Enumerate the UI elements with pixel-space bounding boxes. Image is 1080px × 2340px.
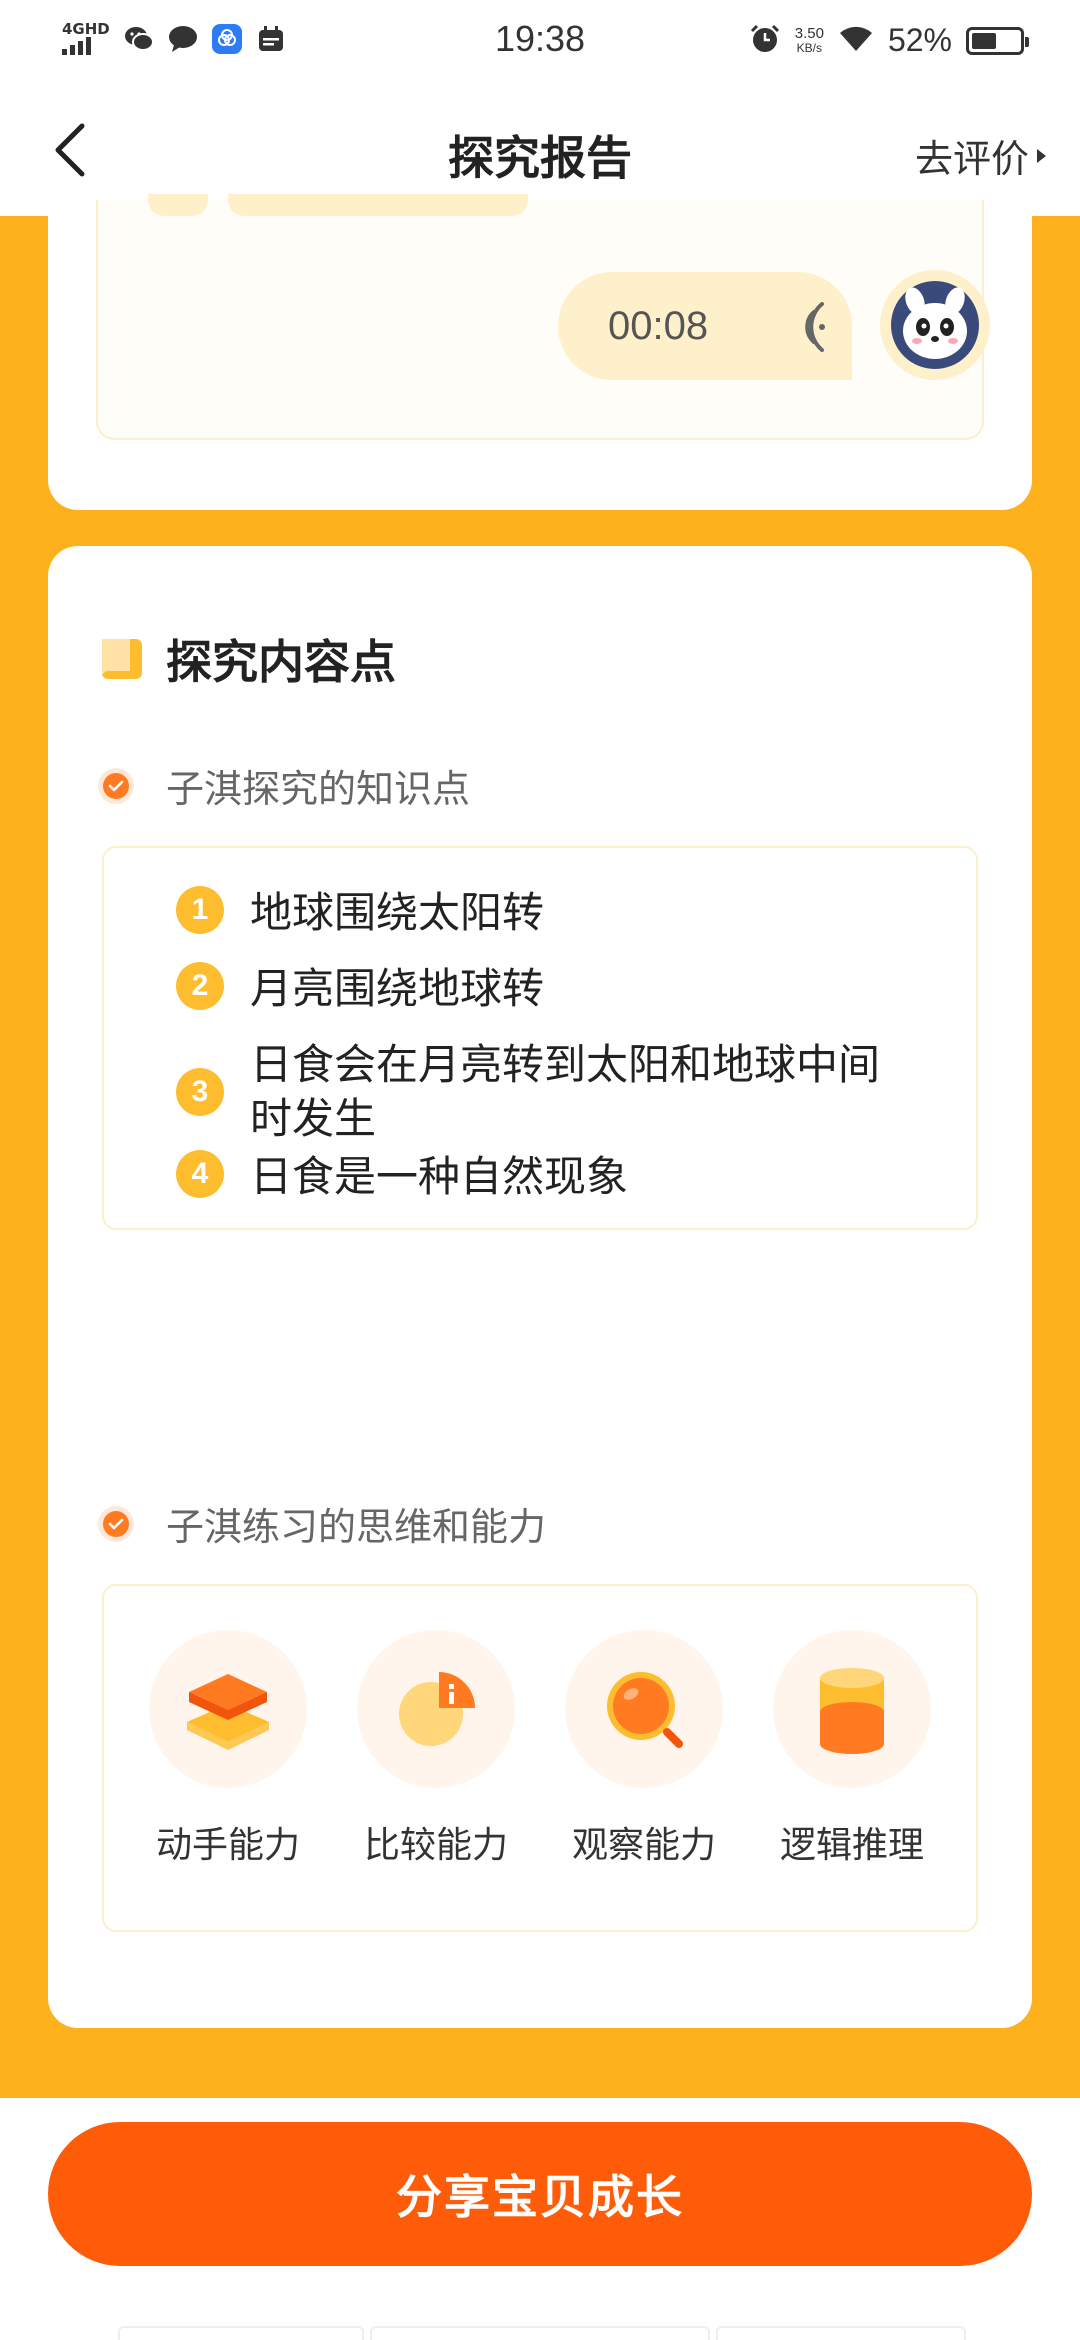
- ability-logic: 逻辑推理: [757, 1630, 947, 1868]
- exploration-content-card: 探究内容点 子淇探究的知识点 1 地球围绕太阳转 2 月亮围绕地球转 3 日食会…: [48, 546, 1032, 2028]
- abilities-box: 动手能力 比较能力 观察能力 逻辑推理: [102, 1584, 978, 1932]
- battery-icon: [966, 26, 1029, 55]
- share-growth-button[interactable]: 分享宝贝成长: [48, 2122, 1032, 2266]
- ability-observation: 观察能力: [549, 1630, 739, 1868]
- ability-hands-on: 动手能力: [133, 1630, 323, 1868]
- speed-unit: KB/s: [796, 40, 823, 55]
- partial-message-bubble: [228, 194, 528, 216]
- speed-value: 3.50: [794, 24, 824, 42]
- voice-wave-icon: [784, 302, 828, 356]
- ability-heading: 子淇练习的思维和能力: [166, 1505, 547, 1549]
- voice-duration: 00:08: [608, 303, 709, 348]
- ability-comparison: 比较能力: [341, 1630, 531, 1868]
- list-item: 2 月亮围绕地球转: [176, 962, 916, 1016]
- ability-label: 观察能力: [571, 1825, 716, 1866]
- knowledge-points-box: 1 地球围绕太阳转 2 月亮围绕地球转 3 日食会在月亮转到太阳和地球中间时发生…: [102, 846, 978, 1230]
- battery-percent: 52%: [887, 22, 952, 58]
- knowledge-heading-row: 子淇探究的知识点: [98, 758, 470, 813]
- number-badge: 4: [176, 1150, 224, 1198]
- hands-on-icon: [149, 1630, 307, 1788]
- ability-list: 动手能力 比较能力 观察能力 逻辑推理: [104, 1630, 976, 1868]
- check-icon: [98, 1505, 134, 1542]
- wifi-icon: [838, 25, 874, 57]
- comparison-icon: [357, 1630, 515, 1788]
- rate-button[interactable]: 去评价: [915, 128, 1046, 183]
- voice-message-bubble[interactable]: 00:08: [558, 272, 852, 380]
- observation-icon: [565, 1630, 723, 1788]
- network-speed: 3.50 KB/s: [795, 26, 824, 56]
- list-item: 1 地球围绕太阳转: [176, 886, 916, 940]
- number-badge: 3: [176, 1068, 224, 1116]
- knowledge-heading: 子淇探究的知识点: [166, 767, 471, 811]
- partial-avatar: [148, 194, 208, 216]
- knowledge-point-text: 日食会在月亮转到太阳和地球中间时发生: [250, 1040, 881, 1143]
- ability-label: 动手能力: [155, 1825, 300, 1866]
- panda-avatar-icon: [891, 281, 979, 369]
- book-icon: [98, 633, 144, 685]
- section-header: 探究内容点: [98, 626, 396, 692]
- ability-label: 比较能力: [363, 1825, 508, 1866]
- bottom-peek-tabs: [118, 2326, 966, 2340]
- list-item: 4 日食是一种自然现象: [176, 1150, 916, 1204]
- status-right-icons: 3.50 KB/s 52%: [749, 22, 1029, 59]
- check-icon: [98, 767, 134, 804]
- conversation-card: 00:08: [48, 194, 1032, 510]
- avatar: [880, 270, 990, 380]
- knowledge-point-text: 月亮围绕地球转: [250, 964, 545, 1013]
- status-bar: 4GHD 19:38 3.50 KB/s 52%: [0, 0, 1080, 84]
- list-item: 3 日食会在月亮转到太阳和地球中间时发生: [176, 1038, 916, 1146]
- ability-label: 逻辑推理: [779, 1825, 924, 1866]
- alarm-icon: [749, 23, 781, 59]
- knowledge-point-text: 日食是一种自然现象: [250, 1152, 629, 1201]
- ability-heading-row: 子淇练习的思维和能力: [98, 1496, 546, 1551]
- rate-label: 去评价: [914, 137, 1029, 181]
- caret-right-icon: [1037, 148, 1046, 163]
- section-title: 探究内容点: [166, 635, 396, 689]
- logic-icon: [773, 1630, 931, 1788]
- bottom-bar: 分享宝贝成长: [0, 2098, 1080, 2340]
- conversation-box: 00:08: [96, 194, 990, 440]
- number-badge: 2: [176, 962, 224, 1010]
- knowledge-point-text: 地球围绕太阳转: [250, 888, 545, 937]
- number-badge: 1: [176, 886, 224, 934]
